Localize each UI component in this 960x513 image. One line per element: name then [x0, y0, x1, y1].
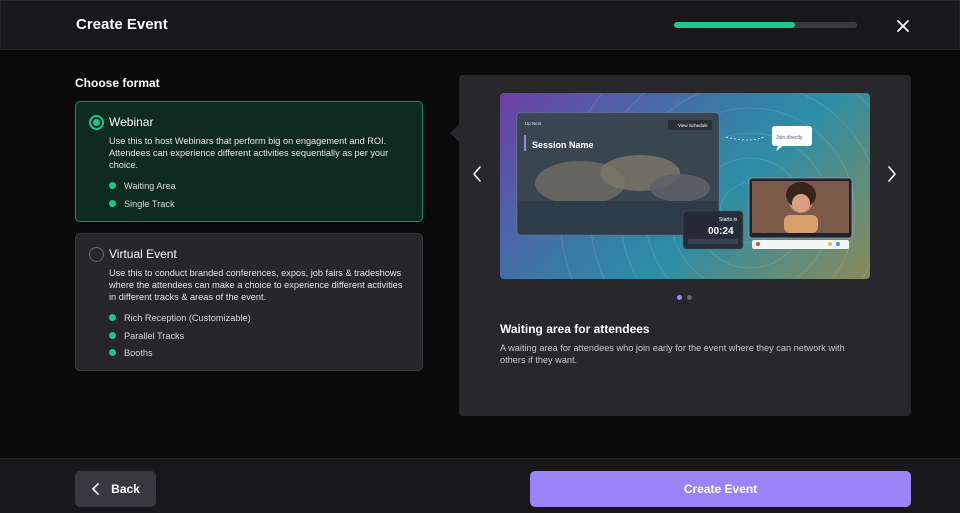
slide-indicator	[677, 295, 692, 300]
join-directly-label: Join directly	[776, 135, 803, 141]
feature-list: Rich Reception (Customizable) Parallel T…	[109, 312, 251, 365]
preview-illustration: Up Next View Schedule Session Name Join …	[516, 93, 870, 279]
format-option-description: Use this to conduct branded conferences,…	[109, 268, 403, 302]
slide-dot[interactable]	[677, 295, 682, 300]
countdown-timer: 00:24	[708, 226, 734, 237]
chevron-right-icon[interactable]	[885, 165, 899, 183]
feature-item: Single Track	[109, 198, 176, 216]
format-option-virtual-event[interactable]: Virtual Event Use this to conduct brande…	[75, 233, 423, 371]
back-button-label: Back	[111, 482, 140, 496]
format-option-title: Virtual Event	[109, 247, 177, 261]
create-event-button[interactable]: Create Event	[530, 471, 911, 507]
create-event-button-label: Create Event	[683, 482, 758, 496]
feature-item: Waiting Area	[109, 180, 176, 198]
preview-title: Waiting area for attendees	[500, 322, 650, 336]
session-name-label: Session Name	[532, 140, 594, 150]
slide-dot[interactable]	[687, 295, 692, 300]
header-bar: Create Event	[0, 0, 960, 50]
up-next-label: Up Next	[525, 121, 542, 126]
close-icon[interactable]	[893, 16, 913, 36]
feature-item: Parallel Tracks	[109, 330, 251, 348]
page-title: Create Event	[76, 16, 168, 33]
format-option-description: Use this to host Webinars that perform b…	[109, 136, 389, 170]
feature-list: Waiting Area Single Track	[109, 180, 176, 215]
starts-in-label: Starts in	[719, 217, 738, 223]
back-button[interactable]: Back	[75, 471, 156, 507]
preview-image: Up Next View Schedule Session Name Join …	[500, 93, 870, 279]
radio-webinar[interactable]	[89, 115, 104, 130]
radio-virtual-event[interactable]	[89, 247, 104, 262]
progress-bar	[674, 22, 857, 28]
chevron-left-icon[interactable]	[470, 165, 484, 183]
format-option-webinar[interactable]: Webinar Use this to host Webinars that p…	[75, 101, 423, 222]
feature-item: Rich Reception (Customizable)	[109, 312, 251, 330]
feature-item: Booths	[109, 347, 251, 365]
preview-description: A waiting area for attendees who join ea…	[500, 343, 845, 365]
view-schedule-label: View Schedule	[678, 123, 708, 128]
footer-bar: Back Create Event	[0, 458, 960, 513]
format-option-title: Webinar	[109, 115, 154, 129]
preview-panel: Up Next View Schedule Session Name Join …	[450, 75, 911, 416]
chevron-left-icon	[92, 483, 100, 495]
choose-format-label: Choose format	[75, 76, 160, 90]
progress-bar-fill	[674, 22, 795, 28]
